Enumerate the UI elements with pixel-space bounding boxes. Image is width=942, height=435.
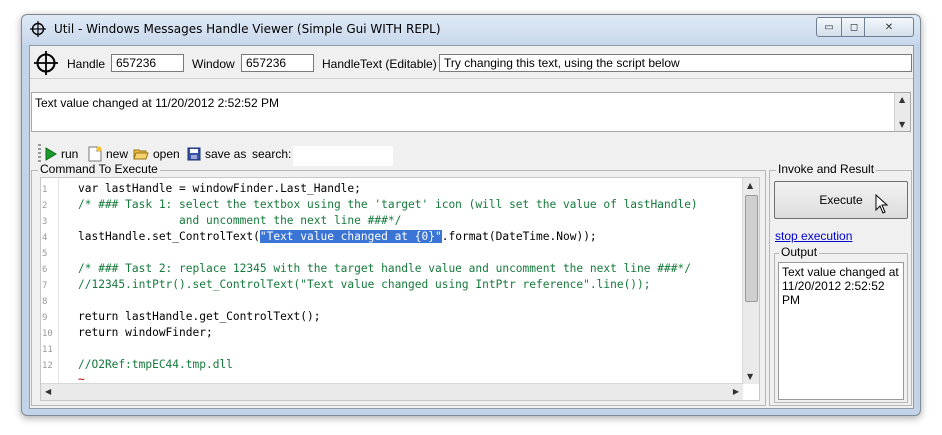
code-line: return windowFinder; — [78, 326, 213, 339]
run-button[interactable]: run — [45, 144, 78, 164]
code-editor[interactable]: 1 2 3 4 5 6 7 8 9 10 11 12 var lastHandl… — [40, 177, 760, 401]
selected-text: " — [435, 230, 442, 243]
line-number: 1 — [42, 185, 48, 195]
selected-text: "Text value changed at — [259, 230, 415, 243]
handle-field[interactable]: 657236 — [111, 54, 184, 72]
line-number: 10 — [42, 329, 53, 339]
code-line: /* ### Tast 2: replace 12345 with the ta… — [78, 262, 691, 275]
window-field[interactable]: 657236 — [241, 54, 314, 72]
minimize-button[interactable]: ▭ — [816, 17, 842, 37]
handletext-field[interactable]: Try changing this text, using the script… — [439, 54, 912, 72]
new-label: new — [106, 147, 129, 161]
execute-label: Execute — [819, 193, 863, 207]
line-number: 8 — [42, 297, 48, 307]
status-text: Text value changed at 11/20/2012 2:52:52… — [35, 96, 279, 110]
scroll-up-icon[interactable]: ▲ — [747, 181, 753, 190]
code-line: /* ### Task 1: select the textbox using … — [78, 198, 698, 211]
execute-button[interactable]: Execute — [774, 181, 908, 219]
scroll-left-icon[interactable]: ◀ — [45, 387, 51, 396]
line-number: 12 — [42, 361, 53, 371]
code-line: return lastHandle.get_ControlText(); — [78, 310, 321, 323]
target-icon[interactable] — [34, 51, 58, 75]
scroll-right-icon[interactable]: ▶ — [733, 387, 739, 396]
save-as-button[interactable]: save as — [187, 144, 246, 164]
line-number-gutter: 1 2 3 4 5 6 7 8 9 10 11 12 — [41, 178, 59, 384]
scroll-thumb[interactable] — [745, 195, 758, 302]
code-line: //12345.intPtr().set_ControlText("Text v… — [78, 278, 651, 291]
run-label: run — [61, 147, 79, 161]
handle-label: Handle — [67, 57, 106, 71]
code-token: lastHandle.set_ControlText( — [78, 230, 260, 243]
status-box[interactable]: Text value changed at 11/20/2012 2:52:52… — [31, 92, 911, 132]
close-button[interactable]: ✕ — [864, 17, 914, 37]
new-file-icon — [88, 146, 102, 162]
line-number: 6 — [42, 265, 48, 275]
scroll-up-icon[interactable]: ▲ — [899, 95, 905, 104]
output-group-title: Output — [779, 245, 820, 259]
invoke-group: Invoke and Result Execute stop execution… — [769, 162, 912, 406]
open-label: open — [153, 147, 180, 161]
status-scrollbar[interactable]: ▲ ▼ — [894, 93, 910, 131]
stop-execution-link[interactable]: stop execution — [775, 229, 852, 243]
editor-horizontal-scrollbar[interactable]: ◀ ▶ — [41, 383, 743, 400]
scroll-down-icon[interactable]: ▼ — [899, 120, 905, 129]
title-bar[interactable]: Util - Windows Messages Handle Viewer (S… — [22, 15, 920, 45]
code-line: lastHandle.set_ControlText("Text value c… — [78, 230, 597, 243]
window-label: Window — [192, 57, 235, 71]
line-number: 11 — [42, 345, 53, 355]
open-folder-icon — [133, 149, 149, 160]
line-number: 7 — [42, 281, 48, 291]
search-label: search: — [252, 147, 292, 161]
command-group: Command To Execute 1 2 3 4 5 6 7 8 9 10 … — [31, 162, 766, 406]
selected-text: {0} — [414, 230, 435, 243]
code-line: //O2Ref:tmpEC44.tmp.dll — [78, 358, 233, 371]
cursor-icon — [875, 194, 889, 214]
handletext-label: HandleText (Editable) — [322, 57, 437, 71]
toolbar-grip[interactable] — [38, 144, 41, 162]
open-button[interactable]: open — [133, 144, 180, 164]
invoke-group-title: Invoke and Result — [776, 162, 877, 176]
output-box[interactable]: Text value changed at 11/20/2012 2:52:52… — [778, 262, 904, 400]
code-line: and uncomment the next line ###*/ — [78, 214, 402, 227]
code-line: var lastHandle = windowFinder.Last_Handl… — [78, 182, 361, 195]
search-input[interactable] — [293, 146, 393, 166]
line-number: 4 — [42, 233, 48, 243]
command-group-title: Command To Execute — [38, 162, 160, 176]
code-token: .format(DateTime.Now)); — [441, 230, 597, 243]
window-title: Util - Windows Messages Handle Viewer (S… — [54, 22, 441, 36]
target-icon — [30, 21, 46, 37]
save-as-label: save as — [205, 147, 247, 161]
app-window: Util - Windows Messages Handle Viewer (S… — [21, 14, 921, 416]
maximize-button[interactable]: ◻ — [842, 17, 866, 37]
editor-vertical-scrollbar[interactable]: ▲ ▼ — [742, 178, 759, 384]
client-area: Handle 657236 Window 657236 HandleText (… — [29, 45, 914, 409]
new-button[interactable]: new — [88, 144, 128, 164]
save-icon — [187, 147, 201, 161]
run-icon — [45, 147, 57, 161]
line-number: 2 — [42, 201, 48, 211]
output-group: Output Text value changed at 11/20/2012 … — [774, 245, 908, 403]
handle-row: Handle 657236 Window 657236 HandleText (… — [30, 46, 913, 79]
line-number: 5 — [42, 249, 48, 259]
line-number: 9 — [42, 313, 48, 323]
line-number: 3 — [42, 217, 48, 227]
scroll-down-icon[interactable]: ▼ — [747, 372, 753, 381]
